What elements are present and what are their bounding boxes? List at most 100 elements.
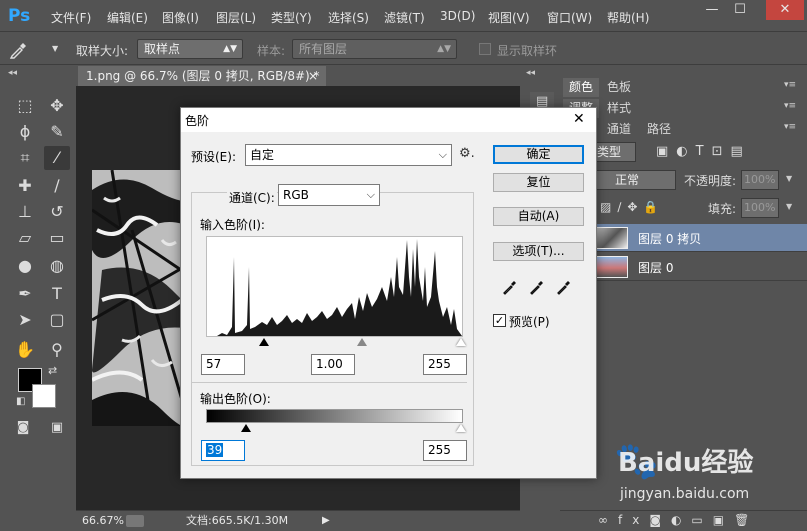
dialog-titlebar[interactable]: 色阶 ✕ (181, 108, 596, 132)
zoom-tool-icon[interactable]: ⚲ (44, 338, 70, 362)
dialog-close-icon[interactable]: ✕ (573, 111, 585, 127)
lock-icons[interactable]: ▨∕✥🔒 (600, 200, 664, 214)
lasso-tool-icon[interactable]: ϕ (12, 120, 38, 144)
collapse-panel-arrows-icon[interactable]: ◂◂ (526, 68, 535, 78)
background-color-swatch[interactable] (32, 384, 56, 408)
blur-tool-icon[interactable]: ● (12, 254, 38, 278)
menu-window[interactable]: 窗口(W) (547, 9, 592, 26)
blend-mode-select[interactable]: 正常 (584, 170, 676, 190)
channel-select[interactable]: RGB ⌵ (278, 184, 380, 206)
tool-preset-chevron-icon[interactable]: ▼ (52, 44, 58, 53)
rectangle-tool-icon[interactable]: ▢ (44, 308, 70, 332)
menu-3d[interactable]: 3D(D) (440, 9, 475, 23)
maximize-button[interactable]: ☐ (726, 0, 754, 20)
black-eyedropper-icon[interactable] (501, 278, 519, 296)
photoshop-logo: Ps (8, 6, 31, 26)
menu-image[interactable]: 图像(I) (162, 9, 199, 26)
menu-type[interactable]: 类型(Y) (271, 9, 312, 26)
fill-dropdown-icon[interactable]: ▼ (786, 202, 792, 211)
healing-brush-tool-icon[interactable]: ✚ (12, 174, 38, 198)
panel-menu-icon[interactable]: ▾≡ (784, 122, 796, 132)
auto-button[interactable]: 自动(A) (493, 207, 584, 226)
input-gamma-slider[interactable] (357, 338, 367, 346)
levels-dialog: 色阶 ✕ 预设(E): 自定 ⌵ ⚙. 通道(C): RGB ⌵ 输入色阶(I)… (180, 107, 597, 479)
screen-mode-icon[interactable]: ▣ (44, 416, 70, 440)
menu-edit[interactable]: 编辑(E) (107, 9, 148, 26)
layer-row[interactable]: 图层 0 拷贝 (592, 224, 807, 252)
input-white-slider[interactable] (456, 338, 466, 346)
close-tab-icon[interactable]: × (308, 66, 318, 87)
eyedropper-tool-icon[interactable]: ⁄ (44, 146, 70, 170)
crop-tool-icon[interactable]: ⌗ (12, 146, 38, 170)
swap-colors-icon[interactable]: ⇄ (48, 364, 57, 377)
input-gamma-field[interactable]: 1.00 (311, 354, 355, 375)
output-black-field[interactable]: 39 (201, 440, 245, 461)
tab-channels[interactable]: 通道 (601, 120, 637, 139)
opacity-dropdown-icon[interactable]: ▼ (786, 174, 792, 183)
input-black-slider[interactable] (259, 338, 269, 346)
pen-tool-icon[interactable]: ✒ (12, 282, 38, 306)
menu-help[interactable]: 帮助(H) (607, 9, 649, 26)
tab-swatches[interactable]: 色板 (601, 78, 637, 97)
gray-eyedropper-icon[interactable] (528, 278, 546, 296)
preset-select[interactable]: 自定 ⌵ (245, 144, 452, 166)
quick-select-tool-icon[interactable]: ✎ (44, 120, 70, 144)
channel-label: 通道(C): (227, 189, 277, 206)
quick-mask-icon[interactable]: ◙ (10, 416, 36, 440)
menu-select[interactable]: 选择(S) (328, 9, 369, 26)
layer-action-icons[interactable]: ∞fx◙◐▭▣🗑 (598, 513, 759, 527)
opacity-input[interactable]: 100% (741, 170, 779, 190)
type-tool-icon[interactable]: T (44, 282, 70, 306)
options-button[interactable]: 选项(T)... (493, 242, 584, 261)
output-white-field[interactable]: 255 (423, 440, 467, 461)
collapse-arrows-icon[interactable]: ◂◂ (8, 68, 17, 78)
close-window-button[interactable]: ✕ (766, 0, 804, 20)
input-white-field[interactable]: 255 (423, 354, 467, 375)
move-tool-icon[interactable]: ✥ (44, 94, 70, 118)
output-black-slider[interactable] (241, 424, 251, 432)
menu-layer[interactable]: 图层(L) (216, 9, 256, 26)
histogram (206, 236, 463, 337)
layer-row[interactable]: 图层 0 (592, 253, 807, 281)
eraser-tool-icon[interactable]: ▱ (12, 226, 38, 250)
fill-input[interactable]: 100% (741, 198, 779, 218)
document-tab[interactable]: 1.png @ 66.7% (图层 0 拷贝, RGB/8#) * × (78, 66, 326, 87)
output-white-slider[interactable] (456, 424, 466, 432)
tab-styles[interactable]: 样式 (601, 99, 637, 118)
sample-select[interactable]: 所有图层 ▲▼ (292, 39, 457, 59)
baidu-watermark: 🐾 Baidu经验 jingyan.baidu.com (614, 440, 804, 510)
minimize-button[interactable]: — (698, 0, 726, 20)
reset-button[interactable]: 复位 (493, 173, 584, 192)
hand-tool-icon[interactable]: ✋ (12, 338, 38, 362)
preset-options-gear-icon[interactable]: ⚙. (459, 146, 475, 161)
dodge-tool-icon[interactable]: ◍ (44, 254, 70, 278)
sample-size-select[interactable]: 取样点 ▲▼ (137, 39, 243, 59)
zoom-level[interactable]: 66.67% (82, 511, 124, 531)
clone-stamp-tool-icon[interactable]: ⊥ (12, 200, 38, 224)
brush-tool-icon[interactable]: ∕ (44, 174, 70, 198)
menu-view[interactable]: 视图(V) (488, 9, 530, 26)
channel-value: RGB (283, 188, 309, 202)
eyedropper-icon[interactable] (8, 41, 28, 59)
marquee-tool-icon[interactable]: ⬚ (12, 94, 38, 118)
white-eyedropper-icon[interactable] (555, 278, 573, 296)
default-colors-icon[interactable]: ◧ (16, 396, 25, 407)
history-brush-tool-icon[interactable]: ↺ (44, 200, 70, 224)
panel-menu-icon[interactable]: ▾≡ (784, 80, 796, 90)
status-menu-arrow-icon[interactable]: ▶ (322, 511, 330, 531)
gradient-tool-icon[interactable]: ▭ (44, 226, 70, 250)
input-black-field[interactable]: 57 (201, 354, 245, 375)
layer-thumbnail (596, 227, 628, 249)
menu-file[interactable]: 文件(F) (51, 9, 91, 26)
tab-color[interactable]: 颜色 (563, 78, 600, 97)
path-selection-tool-icon[interactable]: ➤ (12, 308, 38, 332)
tab-paths[interactable]: 路径 (641, 120, 677, 139)
show-ring-checkbox[interactable] (479, 43, 491, 55)
preview-checkbox[interactable]: ✓ (493, 314, 506, 327)
menu-filter[interactable]: 滤镜(T) (384, 9, 425, 26)
ok-button[interactable]: 确定 (493, 145, 584, 164)
document-tab-title: 1.png @ 66.7% (图层 0 拷贝, RGB/8#) * (86, 69, 320, 83)
show-ring-label: 显示取样环 (497, 44, 558, 58)
panel-menu-icon[interactable]: ▾≡ (784, 101, 796, 111)
layer-filter-icons[interactable]: ▣◐T⊡▤ (656, 144, 751, 159)
